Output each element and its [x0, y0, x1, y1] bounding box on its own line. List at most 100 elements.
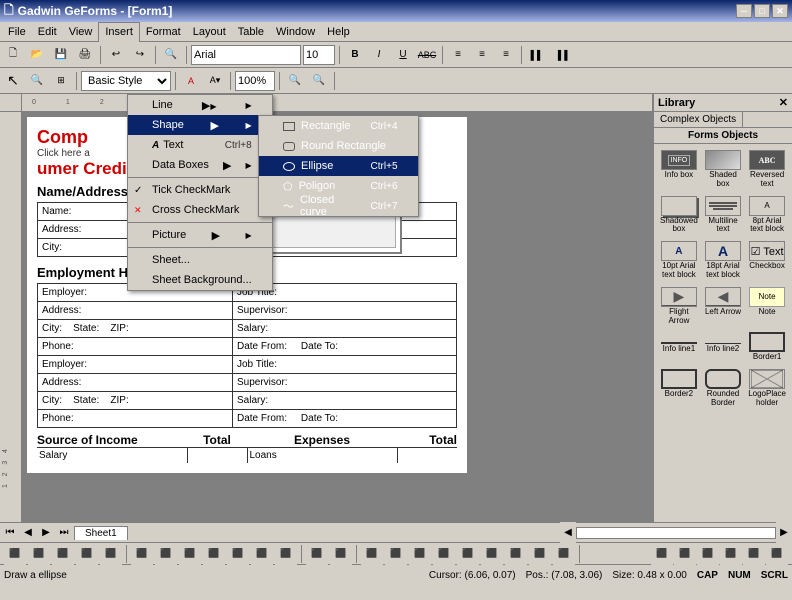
cursor-tool[interactable]: ↖ [2, 70, 24, 92]
align-left-button[interactable]: ≡ [447, 44, 469, 66]
lib-item-multiline-text[interactable]: Multiline text [703, 194, 743, 237]
open-button[interactable]: 📂 [26, 44, 48, 66]
bt6[interactable]: ⬛ [131, 543, 153, 565]
ind3[interactable]: ⬛ [697, 543, 719, 565]
menu-help[interactable]: Help [321, 22, 356, 42]
tab-complex-objects[interactable]: Complex Objects [654, 112, 743, 127]
lib-item-8pt-arial[interactable]: A 8pt Arial text block [746, 194, 788, 237]
save-button[interactable]: 💾 [50, 44, 72, 66]
lib-item-rounded-border[interactable]: Rounded Border [703, 367, 743, 410]
lib-item-10pt-arial[interactable]: A 10pt Arial text block [658, 239, 700, 282]
maximize-button[interactable]: □ [754, 4, 770, 18]
bt22[interactable]: ⬛ [529, 543, 551, 565]
close-button[interactable]: ✕ [772, 4, 788, 18]
horizontal-scrollbar[interactable] [576, 527, 776, 539]
lib-item-18pt-arial[interactable]: A 18pt Arial text block [703, 239, 743, 282]
bt16[interactable]: ⬛ [385, 543, 407, 565]
zoom-in2-button[interactable]: 🔍 [308, 70, 330, 92]
nav-next-button[interactable]: ▶ [38, 525, 54, 541]
lib-item-shaded-box[interactable]: Shaded box [703, 148, 743, 191]
bt3[interactable]: ⬛ [52, 543, 74, 565]
ind5[interactable]: ⬛ [743, 543, 765, 565]
bt1[interactable]: ⬛ [4, 543, 26, 565]
bt11[interactable]: ⬛ [251, 543, 273, 565]
bt7[interactable]: ⬛ [155, 543, 177, 565]
bt2[interactable]: ⬛ [28, 543, 50, 565]
lib-item-info-line2[interactable]: Info line2 [703, 330, 743, 364]
bt8[interactable]: ⬛ [179, 543, 201, 565]
zoom-out-button[interactable]: 🔍 [284, 70, 306, 92]
scroll-right-button[interactable]: ▶ [776, 522, 792, 544]
bt19[interactable]: ⬛ [457, 543, 479, 565]
shape-round-rect-item[interactable]: Round Rectangle [259, 136, 418, 156]
lib-item-note[interactable]: Note Note [746, 285, 788, 328]
zoom-input[interactable] [235, 71, 275, 91]
bold-button[interactable]: B [344, 44, 366, 66]
scroll-left-button[interactable]: ◀ [560, 522, 576, 544]
bt20[interactable]: ⬛ [481, 543, 503, 565]
bt4[interactable]: ⬛ [76, 543, 98, 565]
lib-item-border2[interactable]: Border2 [658, 367, 700, 410]
menu-edit[interactable]: Edit [32, 22, 63, 42]
lib-item-info-box[interactable]: INFO Info box [658, 148, 700, 191]
menu-format[interactable]: Format [140, 22, 187, 42]
lib-item-info-line1[interactable]: Info line1 [658, 330, 700, 364]
align-center-button[interactable]: ≡ [471, 44, 493, 66]
search-button[interactable]: 🔍 [160, 44, 182, 66]
bt9[interactable]: ⬛ [203, 543, 225, 565]
menu-window[interactable]: Window [270, 22, 321, 42]
zoom-in-button[interactable]: 🔍 [26, 70, 48, 92]
ind6[interactable]: ⬛ [766, 543, 788, 565]
ind4[interactable]: ⬛ [720, 543, 742, 565]
menu-picture-item[interactable]: Picture ▶ [128, 225, 272, 245]
nav-buttons[interactable]: ⏮ ◀ ▶ ⏭ [0, 525, 74, 541]
print-button[interactable]: 🖨 [74, 44, 96, 66]
bt18[interactable]: ⬛ [433, 543, 455, 565]
nav-prev-button[interactable]: ◀ [20, 525, 36, 541]
lib-item-flight-arrow[interactable]: ▶ Flight Arrow [658, 285, 700, 328]
nav-first-button[interactable]: ⏮ [2, 525, 18, 541]
shape-polygon-item[interactable]: ⬠ Poligon Ctrl+6 [259, 176, 418, 196]
menu-databoxes-item[interactable]: Data Boxes ▶ [128, 155, 272, 175]
bt12[interactable]: ⬛ [275, 543, 297, 565]
menu-sheet-item[interactable]: Sheet... [128, 250, 272, 270]
more-button1[interactable]: ▌▌ [526, 44, 548, 66]
nav-last-button[interactable]: ⏭ [56, 525, 72, 541]
shape-rectangle-item[interactable]: Rectangle Ctrl+4 [259, 116, 418, 136]
menu-sheetbg-item[interactable]: Sheet Background... [128, 270, 272, 290]
library-close-button[interactable]: ✕ [779, 96, 788, 109]
menu-line-item[interactable]: Line ▶ [128, 95, 272, 115]
underline-button[interactable]: U [392, 44, 414, 66]
menu-file[interactable]: File [2, 22, 32, 42]
zoom-fit-button[interactable]: ⊞ [50, 70, 72, 92]
lib-item-reversed-text[interactable]: ABC Reversed text [746, 148, 788, 191]
ind2[interactable]: ⬛ [674, 543, 696, 565]
lib-item-left-arrow[interactable]: ◀ Left Arrow [703, 285, 743, 328]
abc-button[interactable]: ABC [416, 44, 438, 66]
bt23[interactable]: ⬛ [553, 543, 575, 565]
color-btn2[interactable]: A▾ [204, 70, 226, 92]
color-btn1[interactable]: A [180, 70, 202, 92]
ind1[interactable]: ⬛ [651, 543, 673, 565]
bt14[interactable]: ⬛ [330, 543, 352, 565]
menu-layout[interactable]: Layout [187, 22, 232, 42]
title-bar-controls[interactable]: ─ □ ✕ [736, 4, 788, 18]
new-button[interactable]: 🗋 [2, 44, 24, 66]
style-dropdown[interactable]: Basic Style [81, 71, 171, 91]
bt10[interactable]: ⬛ [227, 543, 249, 565]
font-name-input[interactable] [191, 45, 301, 65]
sheet-tab-sheet1[interactable]: Sheet1 [74, 526, 128, 540]
more-button2[interactable]: ▐▐ [550, 44, 572, 66]
lib-item-shadowed-box[interactable]: Shadowed box [658, 194, 700, 237]
shape-ellipse-item[interactable]: Ellipse Ctrl+5 [259, 156, 418, 176]
menu-view[interactable]: View [63, 22, 99, 42]
redo-button[interactable]: ↪ [129, 44, 151, 66]
bt15[interactable]: ⬛ [361, 543, 383, 565]
menu-table[interactable]: Table [232, 22, 270, 42]
font-size-input[interactable] [303, 45, 335, 65]
lib-item-checkbox[interactable]: ☑ Text Checkbox [746, 239, 788, 282]
align-right-button[interactable]: ≡ [495, 44, 517, 66]
menu-cross-item[interactable]: Cross CheckMark [128, 200, 272, 220]
bt13[interactable]: ⬛ [306, 543, 328, 565]
bt17[interactable]: ⬛ [409, 543, 431, 565]
